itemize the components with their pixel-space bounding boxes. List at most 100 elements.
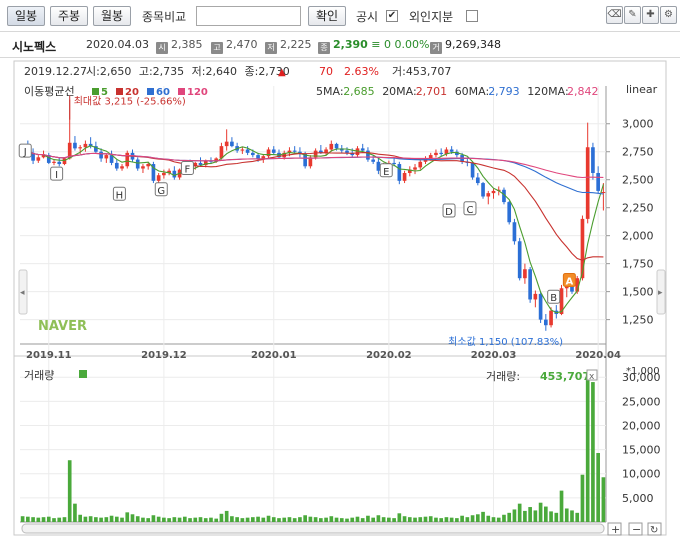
volume-bar [397, 513, 402, 522]
ma-legend-swatch [147, 88, 154, 95]
volume-bar [78, 514, 83, 522]
disclosure-checkbox[interactable]: ✔ [386, 10, 398, 22]
horizontal-scrollbar[interactable] [21, 523, 605, 534]
volume-bar [559, 490, 564, 522]
volume-value: 453,707 [540, 370, 590, 383]
compare-input[interactable] [196, 6, 301, 26]
volume-bar [444, 517, 449, 522]
volume-bar [308, 516, 313, 522]
volume-bar [596, 452, 600, 522]
volume-bar [366, 515, 370, 522]
event-marker-c: C [466, 205, 473, 216]
volume-tick-label: 10,000 [622, 468, 661, 481]
ma-legend-label: 120 [187, 87, 208, 98]
volume-bar [528, 507, 532, 522]
min-label: 최소값 1,150 (107.83%) [448, 336, 563, 348]
low-icon: 저 [265, 42, 277, 54]
volume-bar [52, 518, 56, 522]
pencil-icon[interactable]: ✎ [624, 6, 641, 24]
volume-bar [167, 518, 171, 522]
candle-body [486, 193, 491, 197]
volume-bar [339, 518, 344, 522]
price-tick-label: 2,250 [622, 202, 654, 215]
volume-bar [203, 518, 208, 522]
volume-bar [585, 372, 590, 522]
volume-bar [460, 515, 464, 522]
price-volume-chart[interactable]: 2019.12.27 시:2,650 고:2,735 저:2,640 종:2,7… [0, 58, 680, 538]
candle-body [83, 143, 88, 148]
volume-bar [329, 516, 334, 522]
volume-bar [428, 516, 433, 522]
volume-bar [209, 517, 213, 522]
volume-bar [350, 517, 355, 522]
volume-bar [418, 517, 423, 522]
candle-body [475, 177, 480, 184]
volume-bar [162, 517, 166, 522]
volume-bar [188, 518, 192, 522]
volume-bar [125, 512, 130, 522]
volume-bar [271, 517, 276, 522]
date-tick-label: 2019.11 [26, 350, 72, 361]
volume-bar [83, 516, 88, 522]
daily-button[interactable]: 일봉 [7, 6, 45, 26]
weekly-button[interactable]: 주봉 [50, 6, 88, 26]
volume-bar [407, 517, 412, 522]
candle-body [334, 143, 339, 149]
volume-bar [502, 514, 506, 522]
ma-value: 2,701 [416, 85, 448, 98]
candle-body [230, 141, 234, 147]
volume-bar [26, 516, 30, 522]
volume-bar [303, 515, 307, 522]
volume-title: 거래량 [24, 369, 54, 382]
ma-value: 2,685 [343, 85, 375, 98]
candle-body [549, 310, 553, 326]
volume-bar [570, 510, 574, 522]
right-arrow-icon: ▸ [658, 288, 663, 298]
settings-icon[interactable]: ⚙ [660, 6, 677, 24]
price-tick-label: 2,000 [622, 230, 654, 243]
volume-bar [88, 516, 93, 522]
volume-bar [172, 517, 177, 522]
volume-tick-label: 20,000 [622, 419, 661, 432]
monthly-button[interactable]: 월봉 [93, 6, 131, 26]
volume-bar [387, 517, 391, 522]
candle-body [99, 151, 103, 159]
stock-date: 2020.04.03 [86, 38, 149, 51]
volume-bar [109, 515, 114, 522]
volume-bar [533, 510, 538, 522]
volume-bar [256, 516, 260, 522]
candle-body [172, 170, 177, 178]
low-price: 저 2,225 [265, 38, 312, 54]
candle-body [591, 147, 595, 173]
volume-bar [245, 517, 250, 522]
volume-bar [219, 513, 224, 522]
confirm-button[interactable]: 확인 [308, 6, 346, 26]
ma-value-label: 120MA: [527, 85, 569, 98]
volume-bar [439, 518, 444, 522]
date-tick-label: 2020.03 [471, 350, 517, 361]
volume-bar [324, 517, 328, 522]
candle-body [392, 162, 396, 165]
volume-bar [41, 517, 46, 522]
volume-bar [564, 508, 569, 522]
eraser-icon[interactable]: ⌫ [606, 6, 623, 24]
volume-bar [73, 503, 77, 522]
volume-bar [141, 517, 145, 522]
candle-body [418, 161, 423, 168]
foreign-ownership-checkbox[interactable] [466, 10, 478, 22]
info-change: 70 [319, 65, 333, 78]
volume-bar [135, 516, 140, 522]
crosshair-icon[interactable]: ✚ [642, 6, 659, 24]
volume-bar [46, 516, 51, 522]
volume-bar [313, 517, 318, 522]
candle-body [224, 141, 229, 147]
volume-bar [287, 517, 292, 522]
event-marker-g: G [157, 186, 165, 197]
plus-icon: + [611, 523, 620, 536]
ma-value: 2,793 [488, 85, 520, 98]
candle-body [439, 152, 444, 154]
candle-body [104, 155, 109, 159]
volume-bar [423, 516, 428, 522]
candle-body [73, 142, 77, 149]
volume-bar [507, 512, 512, 522]
